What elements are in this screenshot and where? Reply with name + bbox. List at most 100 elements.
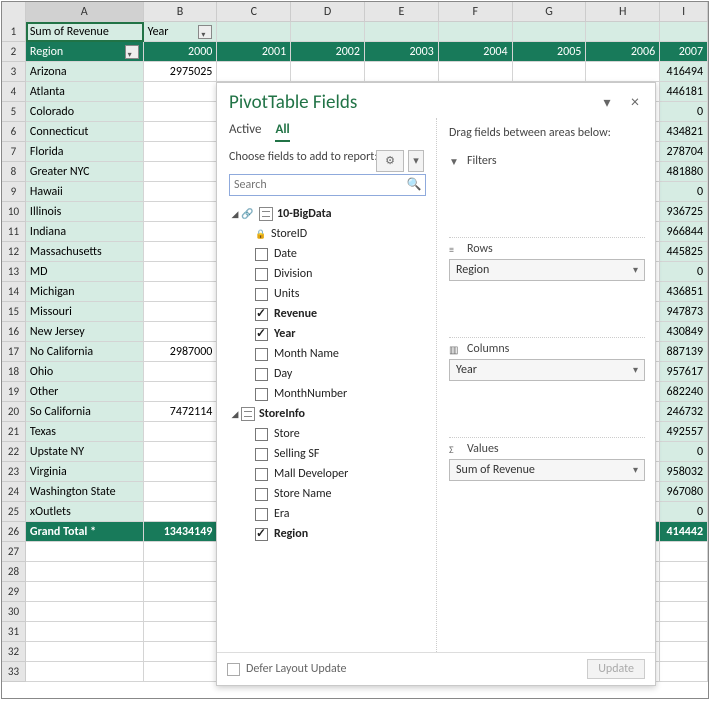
values-drop-item[interactable]: Sum of Revenue▾: [449, 459, 645, 481]
row-20[interactable]: 20: [2, 402, 26, 422]
empty-r33-c0[interactable]: [26, 662, 144, 682]
empty-r31-c1[interactable]: [144, 622, 218, 642]
region-6-2007[interactable]: 0: [660, 182, 708, 202]
row-29[interactable]: 29: [2, 582, 26, 602]
region-4-2007[interactable]: 278704: [660, 142, 708, 162]
region-10-2000[interactable]: [144, 262, 218, 282]
empty-r30-c1[interactable]: [144, 602, 218, 622]
region-19-2000[interactable]: [144, 442, 218, 462]
field-revenue[interactable]: Revenue: [229, 304, 426, 324]
region-13-2000[interactable]: [144, 322, 218, 342]
region-9-2000[interactable]: [144, 242, 218, 262]
row-9[interactable]: 9: [2, 182, 26, 202]
region-9[interactable]: Massachusetts: [26, 242, 144, 262]
field-checkbox[interactable]: [255, 388, 268, 401]
region-1-2007[interactable]: 446181: [660, 82, 708, 102]
region-19[interactable]: Upstate NY: [26, 442, 144, 462]
row-8[interactable]: 8: [2, 162, 26, 182]
region-5-2007[interactable]: 481880: [660, 162, 708, 182]
grand-total-2007[interactable]: 414442: [660, 522, 708, 542]
row-33[interactable]: 33: [2, 662, 26, 682]
row-3[interactable]: 3: [2, 62, 26, 82]
region-3[interactable]: Connecticut: [26, 122, 144, 142]
row-1[interactable]: 1: [2, 22, 26, 42]
empty-r29-c0[interactable]: [26, 582, 144, 602]
region-8[interactable]: Indiana: [26, 222, 144, 242]
field-checkbox[interactable]: [255, 288, 268, 301]
row-25[interactable]: 25: [2, 502, 26, 522]
region-4[interactable]: Florida: [26, 142, 144, 162]
row-14[interactable]: 14: [2, 282, 26, 302]
region-11-2000[interactable]: [144, 282, 218, 302]
col-E[interactable]: E: [365, 2, 439, 22]
field-selling-sf[interactable]: Selling SF: [229, 444, 426, 464]
region-14-2007[interactable]: 887139: [660, 342, 708, 362]
field-region[interactable]: Region: [229, 524, 426, 544]
region-1-2000[interactable]: [144, 82, 218, 102]
region-14[interactable]: No California: [26, 342, 144, 362]
region-15-2007[interactable]: 957617: [660, 362, 708, 382]
row-17[interactable]: 17: [2, 342, 26, 362]
empty-r28-c0[interactable]: [26, 562, 144, 582]
region-2-2007[interactable]: 0: [660, 102, 708, 122]
col-year-2002[interactable]: 2002: [291, 42, 365, 62]
region-1[interactable]: Atlanta: [26, 82, 144, 102]
empty-r33-c1[interactable]: [144, 662, 218, 682]
field-monthnumber[interactable]: MonthNumber: [229, 384, 426, 404]
row-31[interactable]: 31: [2, 622, 26, 642]
region-14-2000[interactable]: 2987000: [144, 342, 218, 362]
region-20-2007[interactable]: 958032: [660, 462, 708, 482]
region-0-2000[interactable]: 2975025: [144, 62, 218, 82]
cell-r3-c4[interactable]: [365, 62, 439, 82]
region-22-2007[interactable]: 0: [660, 502, 708, 522]
empty-r27-c8[interactable]: [660, 542, 708, 562]
year-filter-dropdown[interactable]: [198, 25, 212, 39]
col-F[interactable]: F: [439, 2, 513, 22]
region-22[interactable]: xOutlets: [26, 502, 144, 522]
update-button[interactable]: Update: [587, 659, 645, 679]
col-year-2003[interactable]: 2003: [365, 42, 439, 62]
region-10-2007[interactable]: 0: [660, 262, 708, 282]
search-input[interactable]: [230, 175, 403, 195]
row-12[interactable]: 12: [2, 242, 26, 262]
field-checkbox[interactable]: [255, 528, 268, 541]
region-0-2007[interactable]: 416494: [660, 62, 708, 82]
empty-r30-c8[interactable]: [660, 602, 708, 622]
field-store-name[interactable]: Store Name: [229, 484, 426, 504]
empty-r31-c8[interactable]: [660, 622, 708, 642]
row-32[interactable]: 32: [2, 642, 26, 662]
cell-r1-c6[interactable]: [513, 22, 587, 42]
defer-checkbox[interactable]: [227, 663, 240, 676]
field-mall-developer[interactable]: Mall Developer: [229, 464, 426, 484]
close-icon[interactable]: ×: [627, 93, 643, 112]
region-6[interactable]: Hawaii: [26, 182, 144, 202]
rows-drop-item[interactable]: Region▾: [449, 259, 645, 281]
region-9-2007[interactable]: 445825: [660, 242, 708, 262]
field-checkbox[interactable]: [255, 448, 268, 461]
field-checkbox[interactable]: [255, 488, 268, 501]
field-checkbox[interactable]: [255, 508, 268, 521]
field-date[interactable]: Date: [229, 244, 426, 264]
values-drop-zone[interactable]: [449, 481, 645, 521]
rows-drop-zone[interactable]: [449, 281, 645, 331]
region-0[interactable]: Arizona: [26, 62, 144, 82]
empty-r29-c8[interactable]: [660, 582, 708, 602]
region-11-2007[interactable]: 436851: [660, 282, 708, 302]
tab-all[interactable]: All: [275, 122, 289, 142]
cell-r3-c7[interactable]: [586, 62, 660, 82]
col-year-2006[interactable]: 2006: [586, 42, 660, 62]
cell-r1-c7[interactable]: [586, 22, 660, 42]
empty-r29-c1[interactable]: [144, 582, 218, 602]
row-6[interactable]: 6: [2, 122, 26, 142]
region-18-2000[interactable]: [144, 422, 218, 442]
region-17[interactable]: So California: [26, 402, 144, 422]
region-7[interactable]: Illinois: [26, 202, 144, 222]
field-checkbox[interactable]: [255, 368, 268, 381]
field-checkbox[interactable]: [255, 468, 268, 481]
region-13[interactable]: New Jersey: [26, 322, 144, 342]
row-27[interactable]: 27: [2, 542, 26, 562]
region-18[interactable]: Texas: [26, 422, 144, 442]
region-filter-dropdown[interactable]: [125, 45, 139, 59]
field-checkbox[interactable]: [255, 248, 268, 261]
row-19[interactable]: 19: [2, 382, 26, 402]
